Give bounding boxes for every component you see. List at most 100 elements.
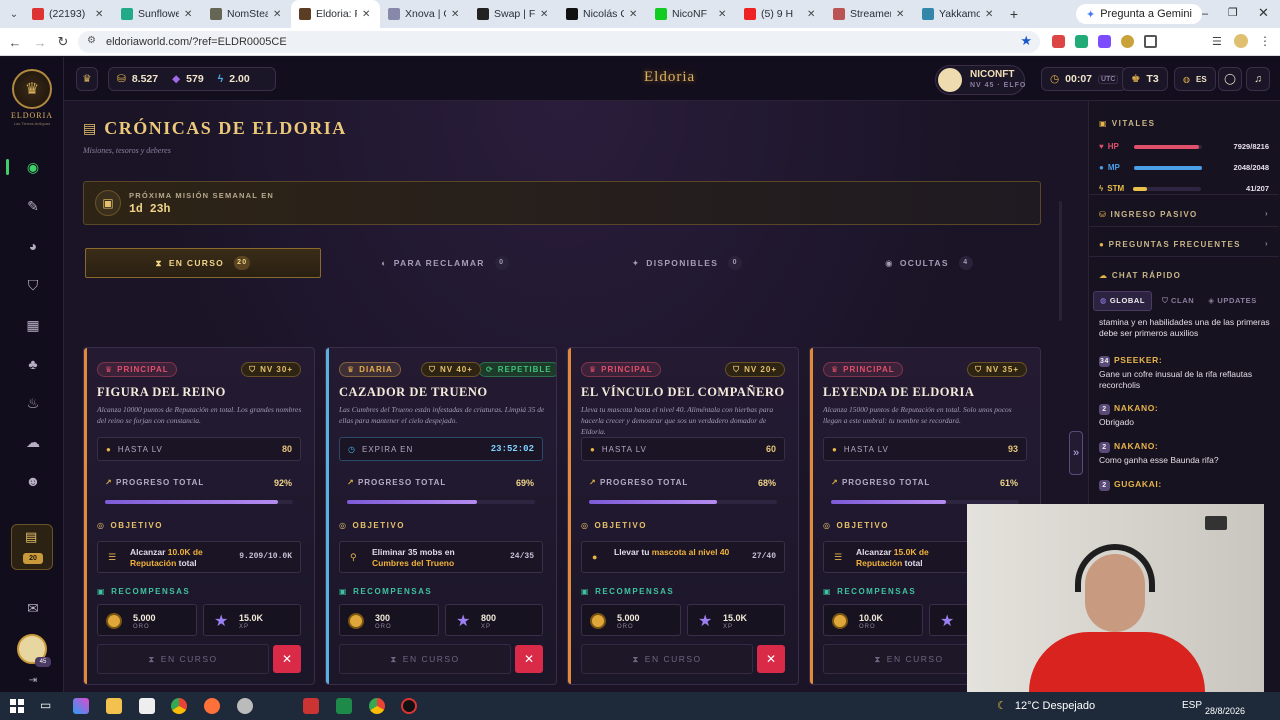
browser-tab[interactable]: NicoNF ✕: [647, 0, 736, 28]
chat-author[interactable]: 2 NAKANO:: [1099, 441, 1271, 453]
quest-tab-hidden[interactable]: ◉ OCULTAS 4: [811, 248, 1047, 278]
profile-avatar[interactable]: [1234, 34, 1248, 48]
browser-tab[interactable]: Nicolás Gar ✕: [558, 0, 647, 28]
abandon-quest-button[interactable]: ✕: [757, 645, 785, 673]
app-icon-7[interactable]: [303, 698, 319, 714]
tab-close-icon[interactable]: ✕: [95, 9, 105, 20]
passive-income-row[interactable]: ⛁ INGRESO PASIVO ›: [1089, 203, 1279, 227]
quest-tab-available[interactable]: ✦ DISPONIBLES 0: [569, 248, 805, 278]
task-view-icon[interactable]: ▭: [40, 698, 51, 712]
file-explorer-icon[interactable]: [106, 698, 122, 714]
back-button[interactable]: ←: [3, 30, 27, 54]
tab-close-icon[interactable]: ✕: [896, 9, 906, 20]
home-icon[interactable]: ◉: [22, 156, 44, 178]
user-profile-chip[interactable]: NICONFT NV 45 · ELFO: [935, 65, 1025, 95]
browser-tab[interactable]: NomStead ✕: [202, 0, 291, 28]
firefox-icon[interactable]: [204, 698, 220, 714]
tab-close-icon[interactable]: ✕: [184, 9, 194, 20]
logout-icon[interactable]: ⇥: [22, 669, 44, 691]
shield-icon[interactable]: ⛉: [22, 274, 44, 296]
url-bar[interactable]: ⚙ eldoriaworld.com/?ref=ELDR0005CE ★: [78, 31, 1040, 53]
chat-tab-global[interactable]: ◍ GLOBAL: [1093, 291, 1153, 311]
language-selector[interactable]: ◍ ES: [1174, 67, 1216, 91]
excel-icon[interactable]: [336, 698, 352, 714]
reload-button[interactable]: ↻: [51, 30, 75, 54]
browser-tab[interactable]: (22193) ✕: [24, 0, 113, 28]
chat-author[interactable]: 34 PSEEKER:: [1099, 355, 1271, 367]
tab-close-icon[interactable]: ✕: [451, 9, 461, 20]
support-icon[interactable]: ☻: [22, 470, 44, 492]
chat-author[interactable]: 2 GUGAKAI:: [1099, 479, 1271, 491]
abandon-quest-button[interactable]: ✕: [515, 645, 543, 673]
chat-tab-updates[interactable]: ◈ UPDATES: [1204, 291, 1261, 311]
quest-card[interactable]: ♛ PRINCIPAL ⛉ NV 20+ EL VÍNCULO DEL COMPAÑER…: [567, 347, 799, 685]
quests-nav-button[interactable]: ▤ 20: [11, 524, 53, 570]
app-icon-6[interactable]: [237, 698, 253, 714]
quest-tab-to-claim[interactable]: ◐ PARA RECLAMAR 0: [327, 248, 563, 278]
in-progress-button[interactable]: ⧗ EN CURSO: [581, 644, 753, 674]
shop-icon[interactable]: ▦: [22, 314, 44, 336]
start-icon[interactable]: [10, 699, 24, 713]
chrome-active-icon[interactable]: [369, 698, 385, 714]
site-info-icon[interactable]: ⚙: [87, 35, 96, 46]
browser-tab[interactable]: Sunflower l ✕: [113, 0, 202, 28]
tab-list-icon[interactable]: ⌄: [4, 2, 24, 26]
chat-button[interactable]: ◯: [1218, 67, 1242, 91]
notifications-button[interactable]: ♫: [1246, 67, 1270, 91]
tab-close-icon[interactable]: ✕: [629, 9, 639, 20]
mail-icon[interactable]: ✉: [22, 597, 44, 619]
chrome-icon[interactable]: [171, 698, 187, 714]
in-progress-button[interactable]: ⧗ EN CURSO: [339, 644, 511, 674]
tab-close-icon[interactable]: ✕: [362, 9, 372, 20]
copilot-icon[interactable]: [73, 698, 89, 714]
faq-row[interactable]: ● PREGUNTAS FRECUENTES ›: [1089, 233, 1279, 257]
player-avatar[interactable]: 45: [17, 634, 51, 667]
tab-close-icon[interactable]: ✕: [540, 9, 550, 20]
browser-tab[interactable]: Eldoria: Fra ✕: [291, 0, 380, 28]
forward-button[interactable]: →: [28, 30, 52, 54]
scrollbar-track[interactable]: [1059, 201, 1062, 321]
quest-tab-in-progress[interactable]: ⧗ EN CURSO 20: [85, 248, 321, 278]
tab-close-icon[interactable]: ✕: [807, 9, 817, 20]
taskbar-date[interactable]: 28/8/2026: [1205, 706, 1245, 716]
extension-3-icon[interactable]: [1098, 35, 1111, 48]
bookmark-star-icon[interactable]: ★: [1020, 33, 1032, 49]
tier-badge[interactable]: ♚ T3: [1122, 67, 1168, 91]
chat-tab-clan[interactable]: ⛉ CLAN: [1152, 291, 1204, 311]
browser-tab[interactable]: Yakkamon ✕: [914, 0, 1003, 28]
tab-close-icon[interactable]: ✕: [985, 9, 995, 20]
browser-tab[interactable]: Swap | Falc ✕: [469, 0, 558, 28]
eldoria-logo[interactable]: Eldoria: [644, 69, 695, 86]
ask-gemini-button[interactable]: ✦ Pregunta a Gemini: [1076, 4, 1202, 24]
eldoria-emblem[interactable]: ♛: [12, 69, 52, 109]
in-progress-button[interactable]: ⧗ EN CURSO: [97, 644, 269, 674]
abandon-quest-button[interactable]: ✕: [273, 645, 301, 673]
world-icon[interactable]: ◕: [22, 235, 44, 257]
language-indicator[interactable]: ESP: [1182, 700, 1202, 711]
chat-author[interactable]: 2 NAKANO:: [1099, 403, 1271, 415]
weather-widget[interactable]: ☾ 12°C Despejado: [997, 699, 1095, 713]
extension-1-icon[interactable]: [1052, 35, 1065, 48]
browser-menu-icon[interactable]: ⋮: [1259, 34, 1271, 48]
guild-icon[interactable]: ♣: [22, 353, 44, 375]
chat-bubble-icon[interactable]: ☁: [22, 431, 44, 453]
extensions-puzzle-icon[interactable]: [1144, 35, 1157, 48]
tab-close-icon[interactable]: ✕: [718, 9, 728, 20]
mail-app-icon[interactable]: [139, 698, 155, 714]
extension-2-icon[interactable]: [1075, 35, 1088, 48]
collapse-panel-button[interactable]: »: [1069, 431, 1083, 475]
browser-tab[interactable]: Xnova | Gar ✕: [380, 0, 469, 28]
new-tab-button[interactable]: +: [1003, 6, 1025, 22]
browser-tab[interactable]: (5) 9 H ✕: [736, 0, 825, 28]
reading-list-icon[interactable]: ☰: [1212, 35, 1222, 48]
extension-4-icon[interactable]: [1121, 35, 1134, 48]
quest-card[interactable]: ♛ PRINCIPAL ⛉ NV 30+ FIGURA DEL REINO Alcanza…: [83, 347, 315, 685]
craft-icon[interactable]: ✎: [22, 195, 44, 217]
rank-button[interactable]: ♛: [76, 67, 98, 91]
close-window-button[interactable]: ✕: [1258, 5, 1269, 21]
tab-close-icon[interactable]: ✕: [273, 9, 283, 20]
fire-icon[interactable]: ♨: [22, 392, 44, 414]
quest-card[interactable]: ♛ DIARIA ⟳ REPETIBLE ⛉ NV 40+ CAZADOR DE TRUEN…: [325, 347, 557, 685]
app-icon-10[interactable]: [401, 698, 417, 714]
browser-tab[interactable]: StreamerGa ✕: [825, 0, 914, 28]
